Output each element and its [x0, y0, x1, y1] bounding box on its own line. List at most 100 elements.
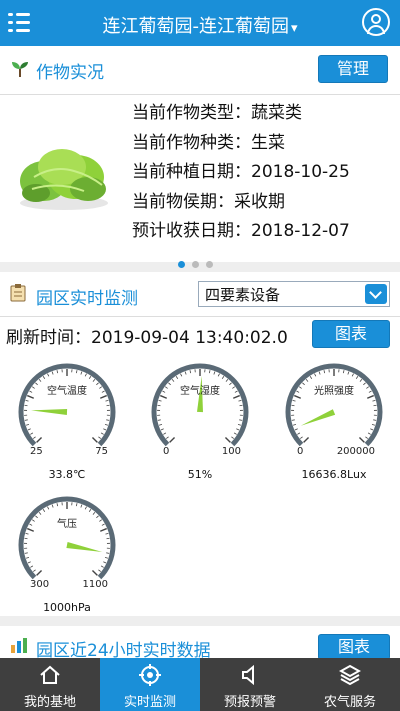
gauge-arc [18, 363, 116, 447]
gauge-tick [84, 506, 87, 510]
gauge-tick [105, 532, 109, 535]
crop-section-title: 作物实况 [36, 63, 104, 83]
gauge-tick [84, 373, 87, 377]
crop-section-header: 作物实况 管理 [0, 46, 400, 94]
gauge-tick [25, 423, 30, 426]
gauge-tick [233, 432, 237, 435]
crop-carousel[interactable]: 当前作物类型：蔬菜类 当前作物种类：生菜 当前种植日期：2018-10-25 当… [0, 94, 400, 268]
top-bar: 连江葡萄园-连江葡萄园 ▾ [0, 0, 400, 46]
gauge-value: 51% [187, 468, 213, 481]
refresh-row: 刷新时间：2019-09-04 13:40:02.0 图表 [0, 316, 400, 350]
target-icon [139, 664, 161, 686]
gauge-tick [56, 370, 59, 374]
gauge-air-pressure: 气压 300 1100 1000hPa [12, 493, 122, 621]
gauge-tick [180, 373, 183, 377]
nav-my-base[interactable]: 我的基地 [0, 658, 100, 711]
gauge-tick [104, 423, 109, 426]
gauge-tick [47, 373, 50, 377]
gauge-tick [98, 569, 102, 572]
gauge-tick [36, 436, 43, 443]
gauge-tick [103, 428, 107, 431]
crop-info: 当前作物类型：蔬菜类 当前作物种类：生菜 当前种植日期：2018-10-25 当… [132, 99, 350, 247]
gauge-tick [373, 419, 377, 421]
sprout-icon [12, 62, 28, 77]
gauge-max-label: 200000 [336, 446, 375, 457]
gauge-tick [163, 432, 167, 435]
gauge-tick [358, 436, 365, 443]
nav-agro-weather-service[interactable]: 农气服务 [300, 658, 400, 711]
nav-realtime-monitor[interactable]: 实时监测 [100, 658, 200, 711]
gauge-tick [189, 370, 192, 374]
gauge-tick [355, 376, 359, 379]
device-select-value: 四要素设备 [205, 286, 281, 304]
gauge-tick [32, 569, 36, 572]
gauge-label: 光照强度 [314, 386, 354, 397]
gauge-light-intensity: 光照强度 0 200000 16636.8Lux [279, 360, 389, 488]
gauge-tick [47, 506, 50, 510]
chart-button[interactable]: 图表 [312, 320, 390, 348]
chevron-down-icon: ▾ [290, 21, 298, 36]
gauge-tick [303, 436, 310, 443]
gauge-tick [103, 561, 107, 564]
gauge-tick [25, 532, 29, 535]
gauge-tick [32, 436, 36, 439]
gauge-min-label: 25 [30, 446, 43, 457]
gauge-max-label: 100 [221, 446, 241, 457]
gauge-tick [51, 504, 54, 508]
gauge-tick [237, 423, 242, 426]
carousel-dot[interactable] [206, 261, 213, 268]
carousel-dot[interactable] [178, 261, 185, 268]
carousel-dot[interactable] [192, 261, 199, 268]
gauge-tick [158, 423, 163, 426]
gauge-min-label: 300 [30, 579, 50, 590]
gauge-tick [42, 376, 46, 379]
gauge-tick [88, 509, 92, 512]
gauge-tick [217, 373, 220, 377]
gauge-tick [25, 556, 30, 559]
nav-forecast-warning[interactable]: 预报预警 [200, 658, 300, 711]
harvest-date: 预计收获日期：2018-12-07 [132, 221, 350, 241]
bottom-nav: 我的基地 实时监测 预报预警 农气服务 [0, 658, 400, 711]
device-select[interactable]: 四要素设备 [198, 281, 390, 307]
gauge-value: 33.8℃ [48, 468, 86, 481]
lettuce-image [20, 149, 108, 210]
gauge-tick [30, 565, 34, 568]
crop-variety: 当前作物种类：生菜 [132, 132, 285, 153]
gauge-tick [238, 399, 242, 402]
manage-button[interactable]: 管理 [318, 55, 388, 83]
gauge-tick [323, 370, 326, 374]
gauge-tick [370, 428, 374, 431]
gauge-max-label: 1100 [82, 579, 108, 590]
crop-type: 当前作物类型：蔬菜类 [132, 103, 302, 123]
menu-icon[interactable] [8, 10, 32, 36]
gauge-tick [160, 428, 164, 431]
gauge-tick [27, 428, 31, 431]
gauge-tick [91, 569, 98, 576]
gauge-tick [104, 556, 109, 559]
gauge-tick [221, 376, 225, 379]
gauge-max-label: 75 [95, 446, 108, 457]
gauge-tick [158, 399, 162, 402]
gauge-tick [88, 376, 92, 379]
gauge-tick [80, 504, 83, 508]
gauge-tick [351, 373, 354, 377]
speaker-icon [242, 664, 254, 686]
gauge-tick [157, 419, 161, 421]
gauge-label: 气压 [57, 519, 77, 530]
gauge-tick [106, 419, 110, 421]
user-icon[interactable] [362, 8, 390, 36]
gauge-tick [80, 371, 83, 375]
phenology-stage: 当前物侯期：采收期 [132, 191, 285, 212]
home-icon [40, 665, 60, 684]
gauge-tick [25, 399, 29, 402]
gauge-tick [75, 503, 78, 507]
gauge-label: 空气温度 [47, 386, 87, 397]
gauge-tick [100, 432, 104, 435]
gauge-arc [18, 496, 116, 580]
history-chart-button[interactable]: 图表 [318, 634, 390, 660]
gauge-tick [365, 436, 369, 439]
gauge-needle [66, 542, 103, 553]
gauge-tick [36, 569, 43, 576]
gauge-tick [208, 370, 211, 374]
site-selector[interactable]: 连江葡萄园-连江葡萄园 ▾ [60, 12, 340, 38]
